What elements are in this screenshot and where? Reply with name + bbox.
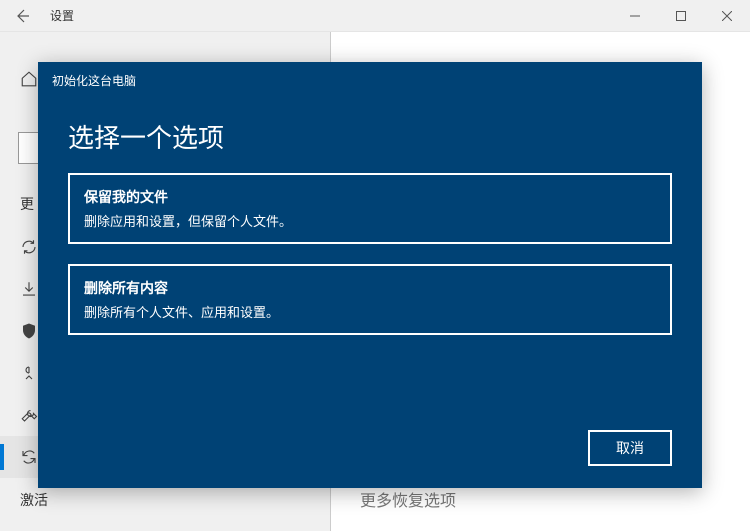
cancel-button[interactable]: 取消	[588, 430, 672, 466]
option-desc: 删除应用和设置，但保留个人文件。	[84, 211, 656, 230]
close-button[interactable]	[704, 0, 750, 32]
wrench-icon	[20, 406, 38, 424]
titlebar-left: 设置	[0, 6, 74, 26]
option-list: 保留我的文件 删除应用和设置，但保留个人文件。 删除所有内容 删除所有个人文件、…	[38, 173, 702, 335]
window-controls	[612, 0, 750, 32]
option-desc: 删除所有个人文件、应用和设置。	[84, 302, 656, 321]
sync-icon	[20, 238, 38, 256]
dialog-title: 选择一个选项	[38, 90, 702, 173]
dialog-footer: 取消	[38, 412, 702, 488]
troubleshoot-icon	[20, 364, 38, 382]
dialog-subtitle: 初始化这台电脑	[52, 74, 136, 88]
option-title: 保留我的文件	[84, 187, 656, 207]
window-titlebar: 设置	[0, 0, 750, 32]
back-icon[interactable]	[12, 6, 32, 26]
recovery-icon	[20, 448, 38, 466]
shield-icon	[20, 322, 38, 340]
nav-label: 激活	[20, 490, 48, 510]
window-title: 设置	[50, 7, 74, 24]
reset-pc-dialog: 初始化这台电脑 选择一个选项 保留我的文件 删除应用和设置，但保留个人文件。 删…	[38, 62, 702, 488]
option-title: 删除所有内容	[84, 278, 656, 298]
option-remove-everything[interactable]: 删除所有内容 删除所有个人文件、应用和设置。	[68, 264, 672, 335]
option-keep-files[interactable]: 保留我的文件 删除应用和设置，但保留个人文件。	[68, 173, 672, 244]
minimize-button[interactable]	[612, 0, 658, 32]
cancel-label: 取消	[616, 440, 644, 456]
download-icon	[20, 280, 38, 298]
maximize-button[interactable]	[658, 0, 704, 32]
dialog-header: 初始化这台电脑	[38, 62, 702, 90]
behind-text: 更多恢复选项	[360, 487, 456, 511]
nav-label: 更	[20, 194, 34, 214]
home-icon[interactable]	[20, 70, 38, 93]
